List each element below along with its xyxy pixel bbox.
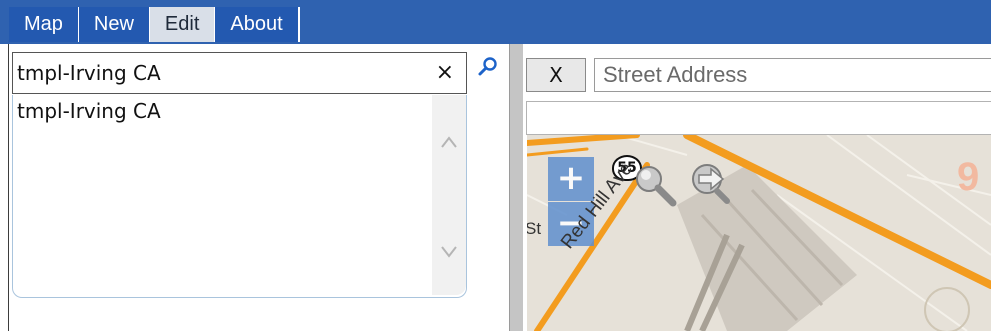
- results-scrollbar[interactable]: [432, 95, 466, 295]
- nav-tabs: Map New Edit About: [9, 7, 300, 42]
- scroll-up-icon[interactable]: [440, 135, 458, 149]
- map-corner-label: 9: [957, 155, 980, 199]
- address-results-field[interactable]: [526, 101, 991, 135]
- tab-about[interactable]: About: [215, 7, 300, 42]
- results-list: tmpl-Irving CA: [12, 95, 467, 298]
- template-search-input[interactable]: [17, 57, 427, 89]
- clear-search-icon[interactable]: ×: [436, 59, 454, 87]
- street-address-input[interactable]: [594, 58, 991, 92]
- tab-map[interactable]: Map: [9, 7, 79, 42]
- zoom-magnifier-icon[interactable]: [631, 163, 679, 207]
- panel-splitter-edge: [509, 44, 510, 331]
- top-nav-bar: Map New Edit About: [0, 0, 991, 44]
- street-fragment-label: St: [527, 219, 542, 238]
- zoom-in-button[interactable]: +: [548, 157, 594, 201]
- map-view[interactable]: 55 + − St Red Hill Ave 9: [527, 135, 991, 331]
- left-panel-border: [8, 44, 9, 331]
- panel-splitter[interactable]: [509, 44, 523, 331]
- scroll-down-icon[interactable]: [440, 245, 458, 259]
- tab-new[interactable]: New: [78, 7, 150, 42]
- tab-edit[interactable]: Edit: [149, 7, 216, 42]
- forward-arrow-icon[interactable]: [687, 161, 735, 205]
- list-item[interactable]: tmpl-Irving CA: [17, 99, 161, 123]
- search-icon[interactable]: [477, 56, 499, 78]
- map-tiles: [527, 135, 991, 331]
- template-search-box: ×: [12, 52, 467, 94]
- clear-address-button[interactable]: X: [526, 58, 586, 92]
